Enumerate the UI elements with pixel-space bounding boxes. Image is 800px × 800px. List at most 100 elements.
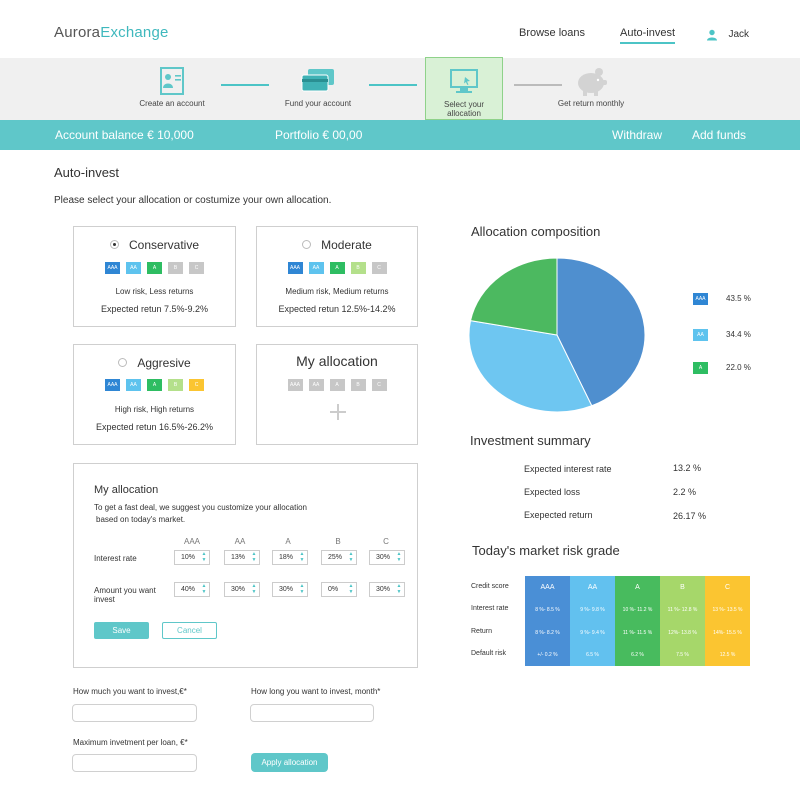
legend-item-aa: AA 34.4 % — [693, 329, 751, 341]
rating-chips: AAA AA A B C — [74, 379, 235, 391]
portfolio-value: Portfolio € 00,00 — [275, 128, 363, 142]
amount-stepper-c[interactable]: 30% ▲ ▼ — [369, 582, 405, 597]
row-label: Credit score — [471, 583, 509, 590]
legend-item-a: A 22.0 % — [693, 362, 751, 374]
card-risk: Medium risk, Medium returns — [285, 287, 389, 296]
amount-stepper-aaa[interactable]: 40% ▲ ▼ — [174, 582, 210, 597]
return-range: 8 %- 8.2 % — [535, 630, 560, 636]
interest-range: 10 %- 11.2 % — [622, 607, 653, 613]
stepper-arrows-icon: ▲ ▼ — [396, 551, 402, 563]
grade-column-aaa: AAA 8 %- 8.5 % 8 %- 8.2 % +/- 0.2 % — [525, 576, 570, 666]
step-connector — [369, 84, 417, 86]
row-label: Return — [471, 628, 493, 635]
default-risk: 6.5 % — [586, 652, 599, 658]
default-risk: +/- 0.2 % — [537, 652, 558, 658]
step-create-account[interactable]: Create an account — [126, 58, 218, 120]
stepper-arrows-icon: ▲ ▼ — [251, 551, 257, 563]
column-header-b: B — [335, 537, 341, 546]
chip-a: A — [147, 262, 162, 274]
step-get-return[interactable]: Get return monthly — [545, 58, 637, 120]
legend-item-aaa: AAA 43.5 % — [693, 293, 751, 305]
interest-stepper-c[interactable]: 30% ▲ ▼ — [369, 550, 405, 565]
default-risk: 7.5 % — [676, 652, 689, 658]
stepper-arrows-icon: ▲ ▼ — [299, 551, 305, 563]
card-expected-return: Expected retun 7.5%-9.2% — [100, 304, 209, 314]
radio-button[interactable] — [109, 240, 119, 250]
interest-range: 8 %- 8.5 % — [535, 607, 560, 613]
chip-aaa: AAA — [287, 379, 303, 391]
cards-icon — [301, 69, 334, 92]
card-expected-return: Expected retun 16.5%-26.2% — [95, 422, 214, 432]
return-range: 14%- 15.5 % — [713, 630, 742, 636]
stepper-arrows-icon: ▲ ▼ — [348, 551, 354, 563]
card-my-allocation[interactable]: My allocation AAA AA A B C — [256, 344, 418, 445]
chip-c: C — [189, 262, 204, 274]
step-label: Get return monthly — [557, 99, 625, 108]
chip-aaa: AAA — [105, 262, 120, 274]
chip-c: C — [371, 262, 387, 274]
max-investment-input[interactable] — [72, 754, 197, 772]
save-button[interactable]: Save — [94, 622, 149, 639]
card-moderate[interactable]: Moderate AAA AA A B C Medium risk, Medium re… — [256, 226, 418, 327]
invest-duration-label: How long you want to invest, month* — [251, 687, 381, 696]
radio-button[interactable] — [302, 240, 312, 250]
profile-icon — [160, 67, 184, 95]
interest-rate-label: Interest rate — [94, 554, 137, 563]
invest-amount-input[interactable] — [72, 704, 197, 722]
card-aggresive[interactable]: Aggresive AAA AA A B C High risk, High retur… — [73, 344, 236, 445]
invest-amount-label: How much you want to invest,€* — [73, 687, 187, 696]
plus-icon[interactable] — [330, 404, 346, 420]
allocation-pie-chart — [468, 258, 646, 413]
interest-range: 13 %- 13.5 % — [712, 607, 743, 613]
amount-stepper-a[interactable]: 30% ▲ ▼ — [272, 582, 308, 597]
step-select-allocation[interactable]: Select your allocation — [425, 57, 503, 120]
grade-column-b: B 11 %- 12.8 % 12%- 13.8 % 7.5 % — [660, 576, 705, 666]
amount-stepper-aa[interactable]: 30% ▲ ▼ — [224, 582, 260, 597]
nav-auto-invest[interactable]: Auto-invest — [620, 27, 676, 44]
withdraw-link[interactable]: Withdraw — [612, 128, 662, 142]
panel-hint: To get a fast deal, we suggest you custo… — [94, 503, 308, 524]
logo-part-2: Exchange — [100, 24, 169, 41]
cancel-button[interactable]: Cancel — [162, 622, 217, 639]
step-connector — [221, 84, 269, 86]
grade-label: C — [724, 584, 731, 591]
default-risk: 6.2 % — [631, 652, 644, 658]
rating-chips: AAA AA A B C — [74, 262, 235, 274]
logo[interactable]: AuroraExchange — [54, 24, 169, 41]
interest-stepper-aa[interactable]: 13% ▲ ▼ — [224, 550, 260, 565]
chip-b: B — [350, 379, 366, 391]
amount-stepper-b[interactable]: 0% ▲ ▼ — [321, 582, 357, 597]
chip-c: C — [189, 379, 204, 391]
apply-allocation-button[interactable]: Apply allocation — [251, 753, 328, 772]
card-title: Conservative — [74, 238, 235, 252]
card-title: My allocation — [296, 353, 378, 369]
account-balance: Account balance € 10,000 — [55, 128, 194, 142]
grade-column-aa: AA 9 %- 9.8 % 9 %- 9.4 % 6.5 % — [570, 576, 615, 666]
nav-browse-loans[interactable]: Browse loans — [519, 27, 585, 39]
add-funds-link[interactable]: Add funds — [692, 128, 746, 142]
interest-stepper-b[interactable]: 25% ▲ ▼ — [321, 550, 357, 565]
radio-button[interactable] — [118, 358, 128, 368]
invest-duration-input[interactable] — [250, 704, 374, 722]
interest-range: 11 %- 12.8 % — [667, 607, 698, 613]
piggy-bank-icon — [578, 68, 607, 96]
column-header-c: C — [383, 537, 389, 546]
step-fund-account[interactable]: Fund your account — [272, 58, 364, 120]
interest-stepper-a[interactable]: 18% ▲ ▼ — [272, 550, 308, 565]
card-risk: Low risk, Less returns — [115, 287, 194, 296]
max-investment-label: Maximum invetment per loan, €* — [73, 738, 188, 747]
rating-chips: AAA AA A B C — [257, 379, 417, 391]
chip-b: B — [168, 262, 183, 274]
monitor-icon — [450, 69, 478, 93]
chip-a: A — [329, 262, 345, 274]
user-menu[interactable]: Jack — [706, 26, 749, 44]
chip-aa: AA — [308, 379, 324, 391]
page-title: Auto-invest — [54, 165, 120, 180]
chip-a: A — [329, 379, 345, 391]
chip-aa: AA — [126, 262, 141, 274]
default-risk: 12.5 % — [719, 652, 736, 658]
card-conservative[interactable]: Conservative AAA AA A B C Low risk, Less ret… — [73, 226, 236, 327]
summary-label: Exepected return — [524, 510, 593, 520]
interest-stepper-aaa[interactable]: 10% ▲ ▼ — [174, 550, 210, 565]
grade-label: AAA — [540, 584, 555, 591]
